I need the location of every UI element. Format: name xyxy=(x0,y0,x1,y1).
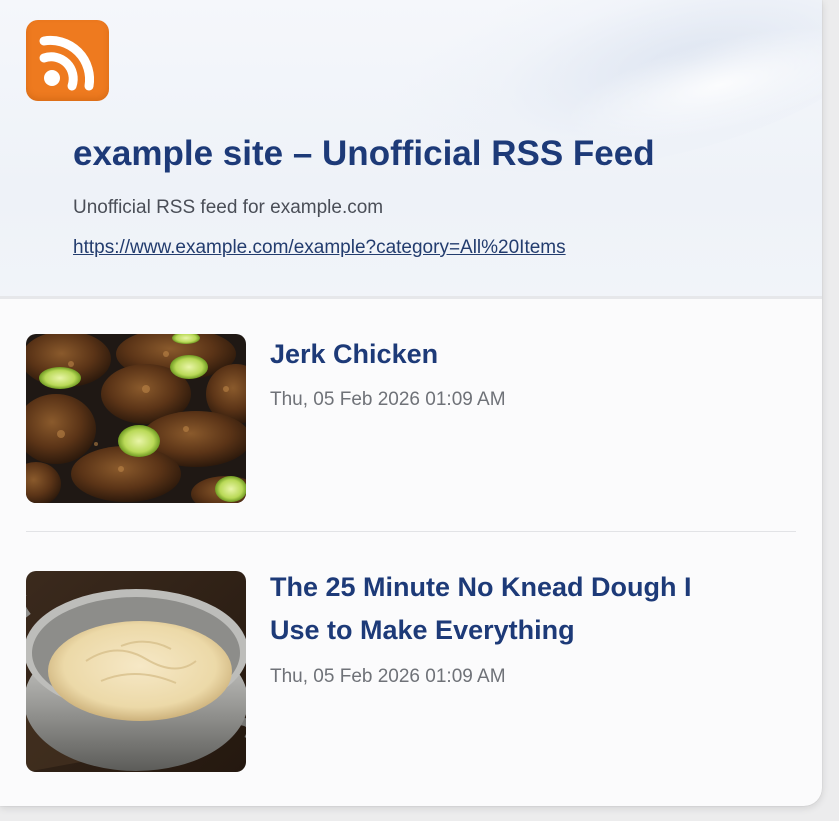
list-item[interactable]: The 25 Minute No Knead Dough I Use to Ma… xyxy=(26,571,796,774)
feed-link[interactable]: https://www.example.com/example?category… xyxy=(73,237,566,259)
rss-icon xyxy=(26,20,109,101)
feed-header: example site – Unofficial RSS Feed Unoff… xyxy=(0,0,822,299)
item-date: Thu, 05 Feb 2026 01:09 AM xyxy=(270,666,506,687)
item-title[interactable]: Jerk Chicken xyxy=(270,333,730,376)
feed-title: example site – Unofficial RSS Feed xyxy=(73,134,655,173)
dough-thumbnail[interactable] xyxy=(26,571,246,772)
list-item[interactable]: Jerk Chicken Thu, 05 Feb 2026 01:09 AM xyxy=(26,334,796,504)
feed-description: Unofficial RSS feed for example.com xyxy=(73,197,384,218)
item-date: Thu, 05 Feb 2026 01:09 AM xyxy=(270,389,506,410)
item-title[interactable]: The 25 Minute No Knead Dough I Use to Ma… xyxy=(270,566,730,652)
item-divider xyxy=(26,531,796,532)
jerk-chicken-thumbnail[interactable] xyxy=(26,334,246,503)
rss-feed-card: example site – Unofficial RSS Feed Unoff… xyxy=(0,0,822,806)
